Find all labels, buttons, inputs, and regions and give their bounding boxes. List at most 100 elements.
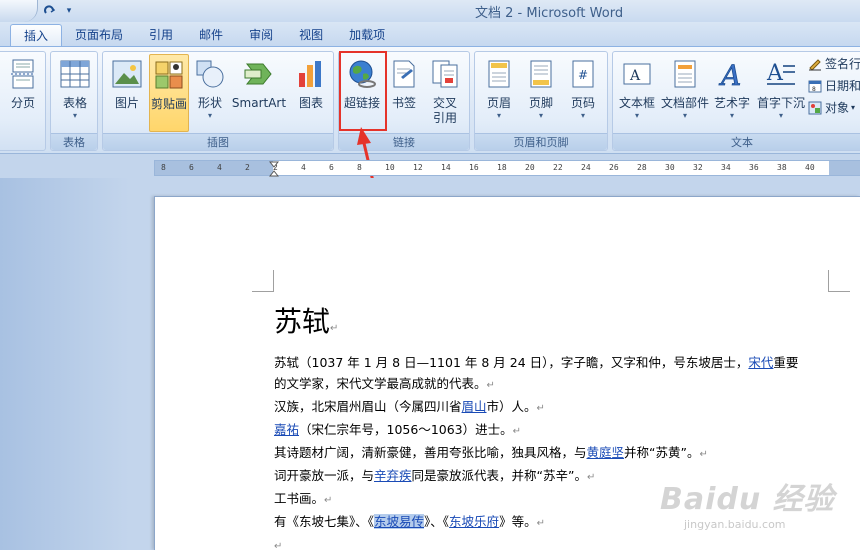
svg-text:A: A [766, 61, 784, 86]
calendar-icon: 8 [808, 80, 822, 93]
wordart-icon: A [716, 58, 748, 90]
ruler-tick-label: 30 [665, 163, 675, 172]
ruler-tick-label: 24 [581, 163, 591, 172]
title-bar: ▾ 文档 2 - Microsoft Word [0, 0, 860, 22]
page-break-button[interactable]: 分页 [5, 58, 41, 130]
page-number-button[interactable]: # 页码 ▾ [565, 58, 601, 130]
ruler-tick-label: 26 [609, 163, 619, 172]
tab-view[interactable]: 视图 [286, 24, 336, 46]
cross-reference-button[interactable]: 交叉 引用 [425, 58, 465, 130]
ruler-tick-label: 8 [357, 163, 362, 172]
ruler-tick-label: 10 [385, 163, 395, 172]
paragraph: 其诗题材广阔，清新豪健，善用夸张比喻，独具风格，与黄庭坚并称“苏黄”。↵ [274, 445, 708, 460]
dropdown-arrow-icon: ▾ [729, 111, 734, 120]
hyperlink[interactable]: 东坡乐府 [449, 514, 499, 529]
table-button[interactable]: 表格 ▾ [57, 58, 93, 130]
wordart-button[interactable]: A 艺术字 ▾ [711, 58, 753, 130]
picture-button[interactable]: 图片 [109, 58, 145, 130]
clipart-icon [153, 59, 185, 91]
paragraph: 苏轼（1037 年 1 月 8 日—1101 年 8 月 24 日），字子瞻，又… [274, 355, 799, 370]
svg-text:8: 8 [812, 86, 816, 93]
wordart-label: 艺术字 [713, 96, 750, 110]
ruler-tick-label: 4 [301, 163, 306, 172]
ruler-tick-label: 14 [441, 163, 451, 172]
ruler-tick-label: 20 [525, 163, 535, 172]
ruler-tick-label: 32 [693, 163, 703, 172]
paragraph: 的文学家，宋代文学最高成就的代表。↵ [274, 376, 495, 391]
dropdown-arrow-icon: ▾ [851, 103, 856, 112]
shapes-button[interactable]: 形状 ▾ [193, 58, 227, 130]
textbox-icon: A [621, 58, 653, 90]
footer-label: 页脚 [528, 96, 553, 110]
group-label-illustrations: 插图 [103, 133, 333, 150]
ruler-tick-label: 40 [805, 163, 815, 172]
selected-hyperlink[interactable]: 东坡易传 [374, 514, 425, 529]
tab-insert[interactable]: 插入 [10, 24, 63, 46]
page-break-label: 分页 [10, 96, 35, 110]
clipart-button[interactable]: 剪贴画 [149, 54, 189, 132]
drop-cap-icon: A [765, 58, 797, 90]
clipart-label: 剪贴画 [150, 97, 187, 111]
svg-text:A: A [718, 59, 741, 89]
ruler-tick-label: 6 [189, 163, 194, 172]
quick-parts-button[interactable]: 文档部件 ▾ [659, 58, 711, 130]
indent-marker-icon[interactable] [269, 161, 279, 177]
object-button[interactable]: 对象 ▾ [808, 99, 855, 116]
group-tables: 表格 ▾ 表格 [50, 51, 98, 151]
textbox-button[interactable]: A 文本框 ▾ [617, 58, 657, 130]
page-break-icon [7, 58, 39, 90]
watermark-url: jingyan.baidu.com [684, 518, 786, 531]
group-label-header-footer: 页眉和页脚 [475, 133, 607, 150]
ruler-tick-label: 2 [245, 163, 250, 172]
chart-button[interactable]: 图表 [293, 58, 329, 130]
svg-text:A: A [629, 68, 641, 84]
hyperlink[interactable]: 黄庭坚 [587, 445, 625, 460]
tab-references[interactable]: 引用 [136, 24, 186, 46]
svg-text:#: # [578, 68, 588, 82]
bookmark-button[interactable]: 书签 [387, 58, 421, 130]
hyperlink[interactable]: 眉山 [462, 399, 487, 414]
header-label: 页眉 [486, 96, 511, 110]
office-button[interactable] [0, 0, 38, 22]
drop-cap-button[interactable]: A 首字下沉 ▾ [755, 58, 807, 130]
redo-icon[interactable] [38, 1, 62, 21]
cross-reference-icon [429, 58, 461, 90]
window-title: 文档 2 - Microsoft Word [475, 6, 624, 21]
group-label-text: 文本 [613, 133, 860, 150]
smartart-button[interactable]: SmartArt [229, 58, 289, 130]
shapes-label: 形状 [197, 96, 222, 110]
tab-mailings[interactable]: 邮件 [186, 24, 236, 46]
hyperlink[interactable]: 宋代 [748, 355, 773, 370]
horizontal-ruler[interactable]: 8 6 4 2 2 4 6 8 10 12 14 16 18 20 22 24 26 28 30 32 34 36 38 40 [154, 160, 860, 177]
customize-dropdown-icon[interactable]: ▾ [62, 1, 76, 21]
ruler-tick-label: 34 [721, 163, 731, 172]
quick-parts-label: 文档部件 [660, 96, 709, 110]
quick-access-toolbar: ▾ [0, 0, 76, 22]
tab-addins[interactable]: 加载项 [336, 24, 398, 46]
page-margin-corner [252, 270, 274, 292]
ruler-tick-label: 6 [329, 163, 334, 172]
textbox-label: 文本框 [618, 96, 655, 110]
hyperlink[interactable]: 嘉祐 [274, 422, 299, 437]
table-label: 表格 [62, 96, 87, 110]
object-icon [808, 101, 822, 114]
page-margin-corner [828, 270, 850, 292]
header-button[interactable]: 页眉 ▾ [481, 58, 517, 130]
quick-parts-icon [669, 58, 701, 90]
drop-cap-label: 首字下沉 [756, 96, 805, 110]
ruler-tick-label: 28 [637, 163, 647, 172]
ribbon: 分页 表格 ▾ 表格 图片 剪贴画 形状 ▾ SmartArt 图表 插图 超链… [0, 46, 860, 154]
tab-page-layout[interactable]: 页面布局 [62, 24, 136, 46]
date-time-button[interactable]: 8 日期和 [808, 77, 860, 94]
ruler-tick-label: 18 [497, 163, 507, 172]
header-icon [483, 58, 515, 90]
tab-review[interactable]: 审阅 [236, 24, 286, 46]
document-heading: 苏轼↵ [274, 305, 339, 338]
signature-line-button[interactable]: 签名行 [808, 55, 860, 72]
hyperlink[interactable]: 辛弃疾 [374, 468, 412, 483]
paragraph: 汉族，北宋眉州眉山（今属四川省眉山市）人。↵ [274, 399, 545, 414]
footer-button[interactable]: 页脚 ▾ [523, 58, 559, 130]
ruler-tick-label: 16 [469, 163, 479, 172]
bookmark-label: 书签 [391, 96, 416, 110]
ribbon-tabs: 插入 页面布局 引用 邮件 审阅 视图 加载项 [0, 22, 860, 46]
